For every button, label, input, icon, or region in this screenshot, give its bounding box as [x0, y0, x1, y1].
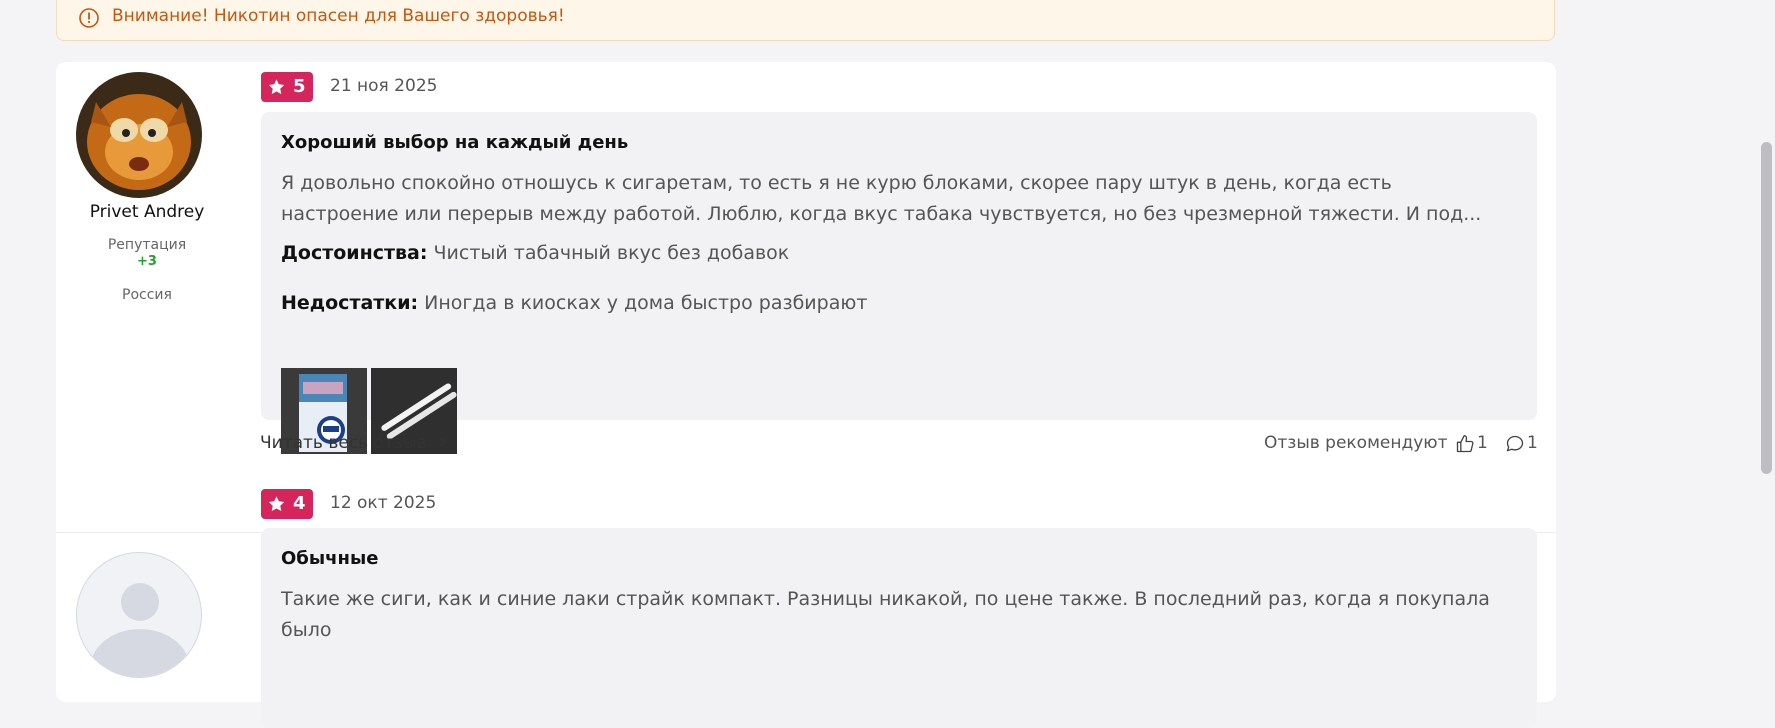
warning-text: Внимание! Никотин опасен для Вашего здор…: [112, 6, 565, 26]
pros-text: Чистый табачный вкус без добавок: [433, 242, 790, 264]
cons-label: Недостатки:: [281, 292, 419, 314]
rating-value: 5: [293, 76, 306, 97]
star-icon: [268, 79, 285, 95]
review-title[interactable]: Обычные: [281, 548, 378, 569]
cons-text: Иногда в киосках у дома быстро разбирают: [424, 292, 868, 314]
avatar-image: [76, 72, 202, 198]
recommend-label: Отзыв рекомендуют: [1264, 433, 1448, 453]
review-cons: Недостатки: Иногда в киосках у дома быст…: [281, 292, 867, 314]
thumbs-up-icon[interactable]: [1455, 434, 1475, 454]
reviews-card: Privet Andrey Репутация +3 Россия 5 21 н…: [55, 62, 1556, 728]
review-date: 12 окт 2025: [330, 493, 437, 513]
chevron-right-icon: [440, 437, 446, 447]
user-placeholder-icon: [90, 583, 190, 677]
review-body[interactable]: Обычные Такие же сиги, как и синие лаки …: [261, 528, 1537, 728]
reputation-value: +3: [137, 254, 157, 269]
review-pros: Достоинства: Чистый табачный вкус без до…: [281, 242, 789, 264]
likes-count: 1: [1477, 433, 1488, 453]
scrollbar-thumb[interactable]: [1761, 142, 1772, 474]
comment-icon[interactable]: [1505, 434, 1525, 454]
pros-label: Достоинства:: [281, 242, 428, 264]
scrollbar[interactable]: [1757, 0, 1775, 693]
read-more-label: Читать весь отзыв: [260, 433, 427, 453]
rating-value: 4: [293, 493, 306, 514]
rating-badge: 4: [261, 489, 313, 519]
nicotine-warning-banner: Внимание! Никотин опасен для Вашего здор…: [56, 0, 1555, 41]
star-icon: [268, 496, 285, 512]
review-date: 21 ноя 2025: [330, 76, 438, 96]
user-country: Россия: [122, 287, 172, 303]
review-title[interactable]: Хороший выбор на каждый день: [281, 132, 628, 153]
reputation-label: Репутация: [107, 237, 187, 253]
review-text: Я довольно спокойно отношусь к сигаретам…: [281, 172, 1482, 225]
comments-count: 1: [1527, 433, 1538, 453]
user-name[interactable]: Privet Andrey: [55, 202, 239, 222]
review-body[interactable]: Хороший выбор на каждый день Я довольно …: [261, 112, 1537, 454]
rating-badge: 5: [261, 72, 313, 102]
read-full-review-link[interactable]: Читать весь отзыв: [260, 433, 448, 453]
alert-circle-icon: [79, 8, 99, 28]
default-avatar[interactable]: [76, 552, 202, 678]
user-avatar[interactable]: [76, 72, 202, 198]
review-text: Такие же сиги, как и синие лаки страйк к…: [281, 588, 1490, 641]
